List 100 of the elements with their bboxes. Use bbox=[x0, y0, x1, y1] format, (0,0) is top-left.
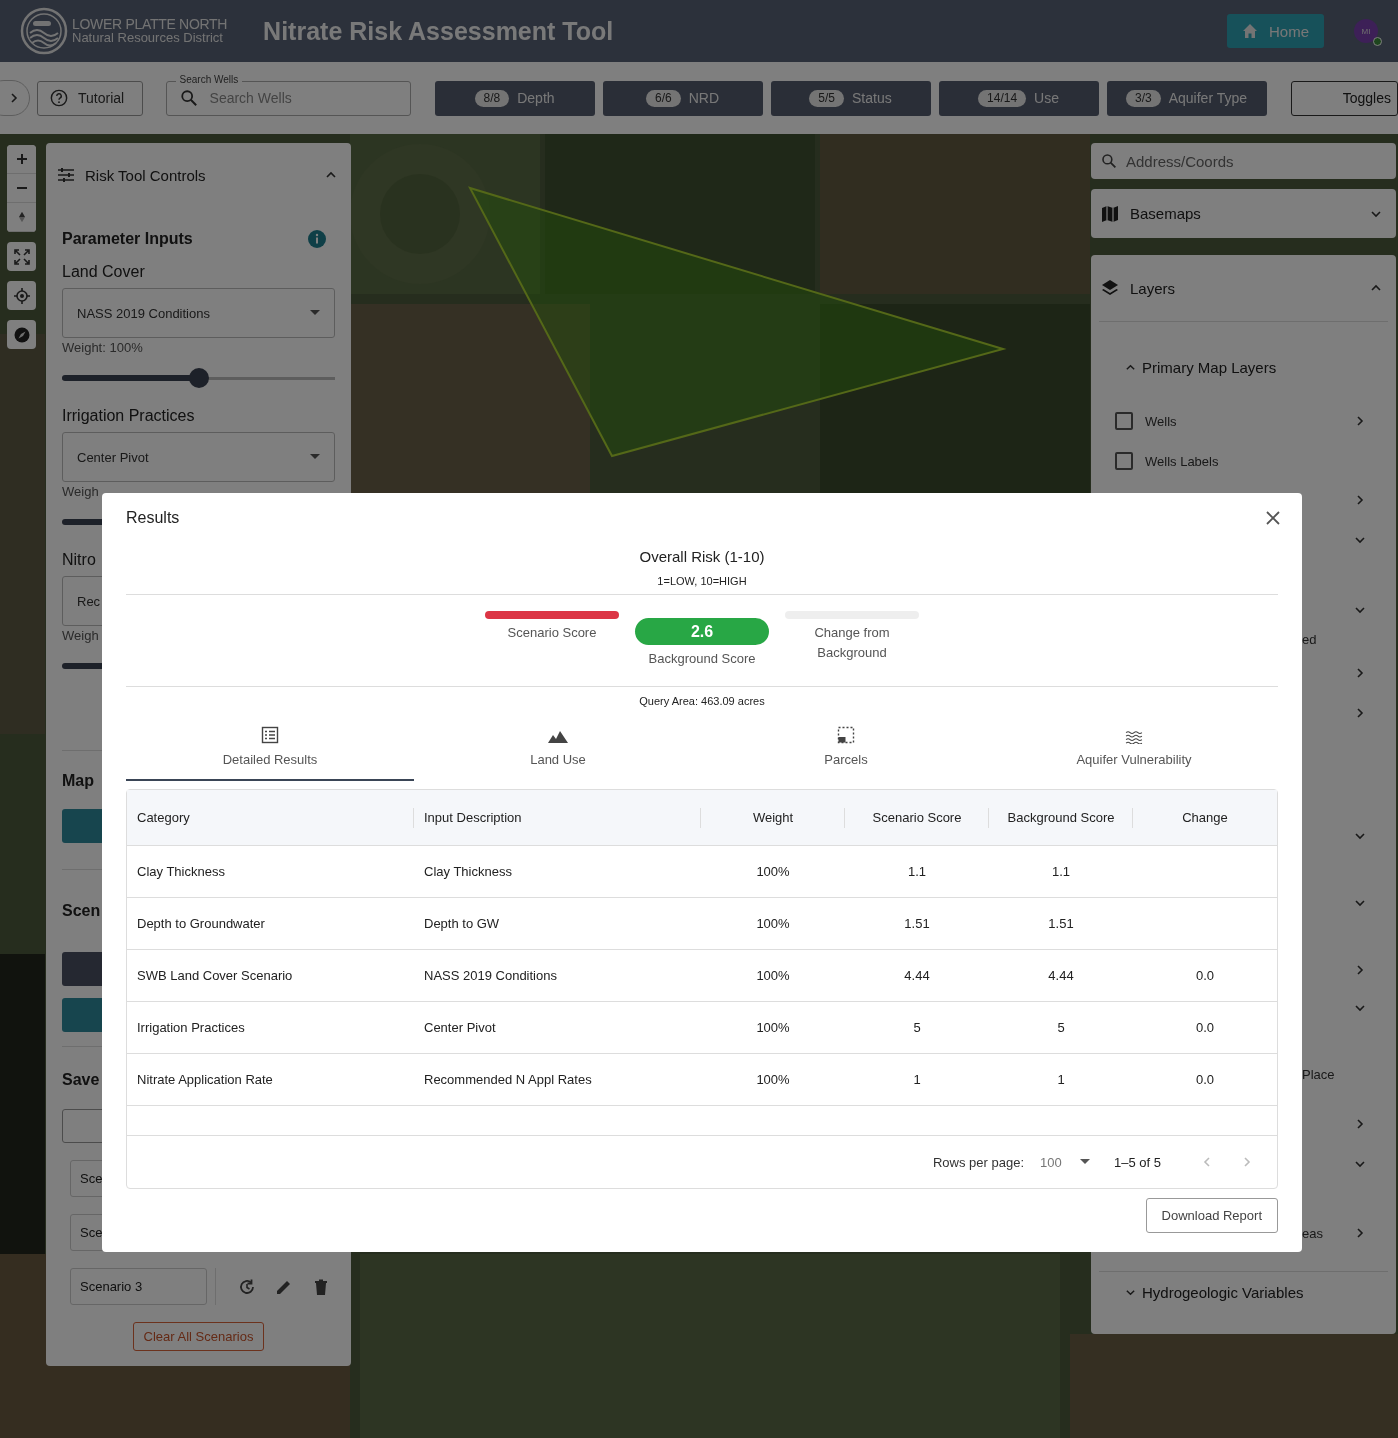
section-title: Save bbox=[62, 1070, 100, 1090]
chevron-down-icon[interactable] bbox=[1354, 1002, 1366, 1014]
results-tab[interactable]: Aquifer Vulnerability bbox=[990, 720, 1278, 781]
results-tab[interactable]: Detailed Results bbox=[126, 720, 414, 781]
layers-icon bbox=[1101, 279, 1119, 297]
filter-button[interactable]: 6/6 NRD bbox=[602, 80, 763, 116]
rows-per-page-select[interactable]: 100 bbox=[1040, 1154, 1090, 1170]
column-header[interactable]: Change bbox=[1182, 810, 1228, 825]
download-report-button[interactable]: Download Report bbox=[1145, 1198, 1278, 1233]
column-header[interactable]: Input Description bbox=[424, 810, 522, 825]
delete-icon[interactable] bbox=[312, 1277, 330, 1296]
compass-icon bbox=[13, 326, 30, 343]
clear-all-scenarios-button[interactable]: Clear All Scenarios bbox=[132, 1322, 265, 1351]
column-header[interactable]: Weight bbox=[752, 810, 794, 825]
dialog-title: Results bbox=[126, 509, 180, 527]
close-button[interactable] bbox=[1264, 509, 1282, 527]
parameter-select[interactable]: Center Pivot bbox=[62, 432, 335, 482]
basemaps-panel[interactable]: Basemaps bbox=[1091, 189, 1396, 238]
table-cell: 100% bbox=[756, 1072, 790, 1087]
chevron-right-icon[interactable] bbox=[1354, 1118, 1366, 1130]
scenario-name[interactable]: Scenario 3 bbox=[70, 1268, 207, 1305]
rows-per-page-label: Rows per page: bbox=[932, 1154, 1024, 1170]
filter-button[interactable]: 14/14 Use bbox=[938, 80, 1099, 116]
layer-label: eas bbox=[1302, 1225, 1323, 1241]
table-cell: Center Pivot bbox=[424, 1020, 496, 1035]
parcels-icon bbox=[837, 726, 855, 744]
chevron-right-icon[interactable] bbox=[1354, 494, 1366, 506]
chevron-right-icon[interactable] bbox=[1354, 964, 1366, 976]
checkbox[interactable] bbox=[1115, 452, 1133, 470]
query-area: Query Area: 463.09 acres bbox=[639, 693, 765, 709]
panel-title: Risk Tool Controls bbox=[85, 166, 206, 184]
chevron-right-icon[interactable] bbox=[1354, 667, 1366, 679]
map-icon bbox=[1101, 204, 1119, 223]
panel-title: Basemaps bbox=[1130, 205, 1201, 222]
chevron-down-icon[interactable] bbox=[1354, 534, 1366, 546]
chevron-right-icon[interactable] bbox=[1354, 415, 1366, 427]
info-icon[interactable] bbox=[307, 229, 327, 249]
weight-slider[interactable] bbox=[62, 368, 335, 388]
filter-button[interactable]: 5/5 Status bbox=[770, 80, 931, 116]
chevron-down-icon[interactable] bbox=[1354, 897, 1366, 909]
table-cell: Nitrate Application Rate bbox=[137, 1072, 273, 1087]
fullscreen-icon bbox=[13, 248, 30, 265]
table-cell: 100% bbox=[756, 916, 790, 931]
search-icon bbox=[1101, 153, 1117, 169]
parameter-label: Irrigation Practices bbox=[62, 406, 196, 426]
chevron-right-icon bbox=[1241, 1156, 1253, 1168]
toggles-button[interactable]: Toggles bbox=[1290, 80, 1398, 116]
table-cell: Irrigation Practices bbox=[137, 1020, 245, 1035]
column-header[interactable]: Category bbox=[137, 810, 190, 825]
score-label: Scenario Score bbox=[506, 624, 598, 642]
table-cell: 5 bbox=[913, 1020, 921, 1035]
address-search-field[interactable]: Address/Coords bbox=[1091, 143, 1396, 179]
column-header[interactable]: Background Score bbox=[1007, 810, 1115, 825]
compass-button[interactable] bbox=[7, 320, 36, 349]
layer-label: Wells bbox=[1145, 413, 1177, 429]
filter-button[interactable]: 3/3 Aquifer Type bbox=[1106, 80, 1267, 116]
section-title: Parameter Inputs bbox=[62, 230, 193, 248]
section-title: Map bbox=[62, 771, 94, 791]
panel-title: Layers bbox=[1130, 279, 1176, 297]
weight-label: Weight: 100% bbox=[62, 339, 143, 357]
locate-button[interactable] bbox=[7, 281, 36, 310]
parameter-select[interactable]: NASS 2019 Conditions bbox=[62, 288, 335, 338]
waves-icon bbox=[1124, 730, 1144, 744]
count-badge: 8/8 bbox=[474, 89, 510, 107]
caret-icon bbox=[310, 454, 320, 460]
count-badge: 14/14 bbox=[978, 89, 1027, 107]
weight-label: Weigh bbox=[62, 627, 99, 645]
fullscreen-button[interactable] bbox=[7, 242, 36, 271]
filter-button[interactable]: 8/8 Depth bbox=[434, 80, 595, 116]
layer-label: Place bbox=[1302, 1067, 1335, 1082]
table-cell: 0.0 bbox=[1195, 1072, 1215, 1087]
results-tab[interactable]: Parcels bbox=[702, 720, 990, 781]
zoom-in-button[interactable] bbox=[7, 145, 36, 174]
chevron-down-icon[interactable] bbox=[1354, 830, 1366, 842]
tutorial-button[interactable]: Tutorial bbox=[37, 80, 143, 116]
table-cell: Clay Thickness bbox=[424, 864, 512, 879]
chevron-right-icon bbox=[8, 92, 20, 104]
help-icon bbox=[50, 89, 68, 107]
caret-icon bbox=[1080, 1159, 1090, 1165]
results-tab[interactable]: Land Use bbox=[414, 720, 702, 781]
app-title: Nitrate Risk Assessment Tool bbox=[263, 16, 614, 46]
table-cell: 0.0 bbox=[1195, 1020, 1215, 1035]
parameter-label: Nitro bbox=[62, 550, 97, 570]
table-cell: NASS 2019 Conditions bbox=[424, 968, 557, 983]
score-label: Change from Background bbox=[813, 624, 891, 662]
table-cell: 1.51 bbox=[1048, 916, 1074, 931]
table-cell: 0.0 bbox=[1195, 968, 1215, 983]
chevron-right-icon[interactable] bbox=[1354, 1227, 1366, 1239]
column-header[interactable]: Scenario Score bbox=[872, 810, 962, 825]
chevron-right-icon[interactable] bbox=[1354, 707, 1366, 719]
crosshair-icon bbox=[13, 287, 30, 304]
checkbox[interactable] bbox=[1115, 412, 1133, 430]
district-subtitle: Natural Resources District bbox=[72, 31, 224, 45]
list-icon bbox=[261, 726, 279, 744]
caret-icon bbox=[310, 310, 320, 316]
chevron-down-icon[interactable] bbox=[1354, 1158, 1366, 1170]
chevron-down-icon[interactable] bbox=[1354, 604, 1366, 616]
restore-icon[interactable] bbox=[238, 1277, 256, 1296]
table-cell: 100% bbox=[756, 1020, 790, 1035]
logo-icon bbox=[20, 7, 68, 55]
